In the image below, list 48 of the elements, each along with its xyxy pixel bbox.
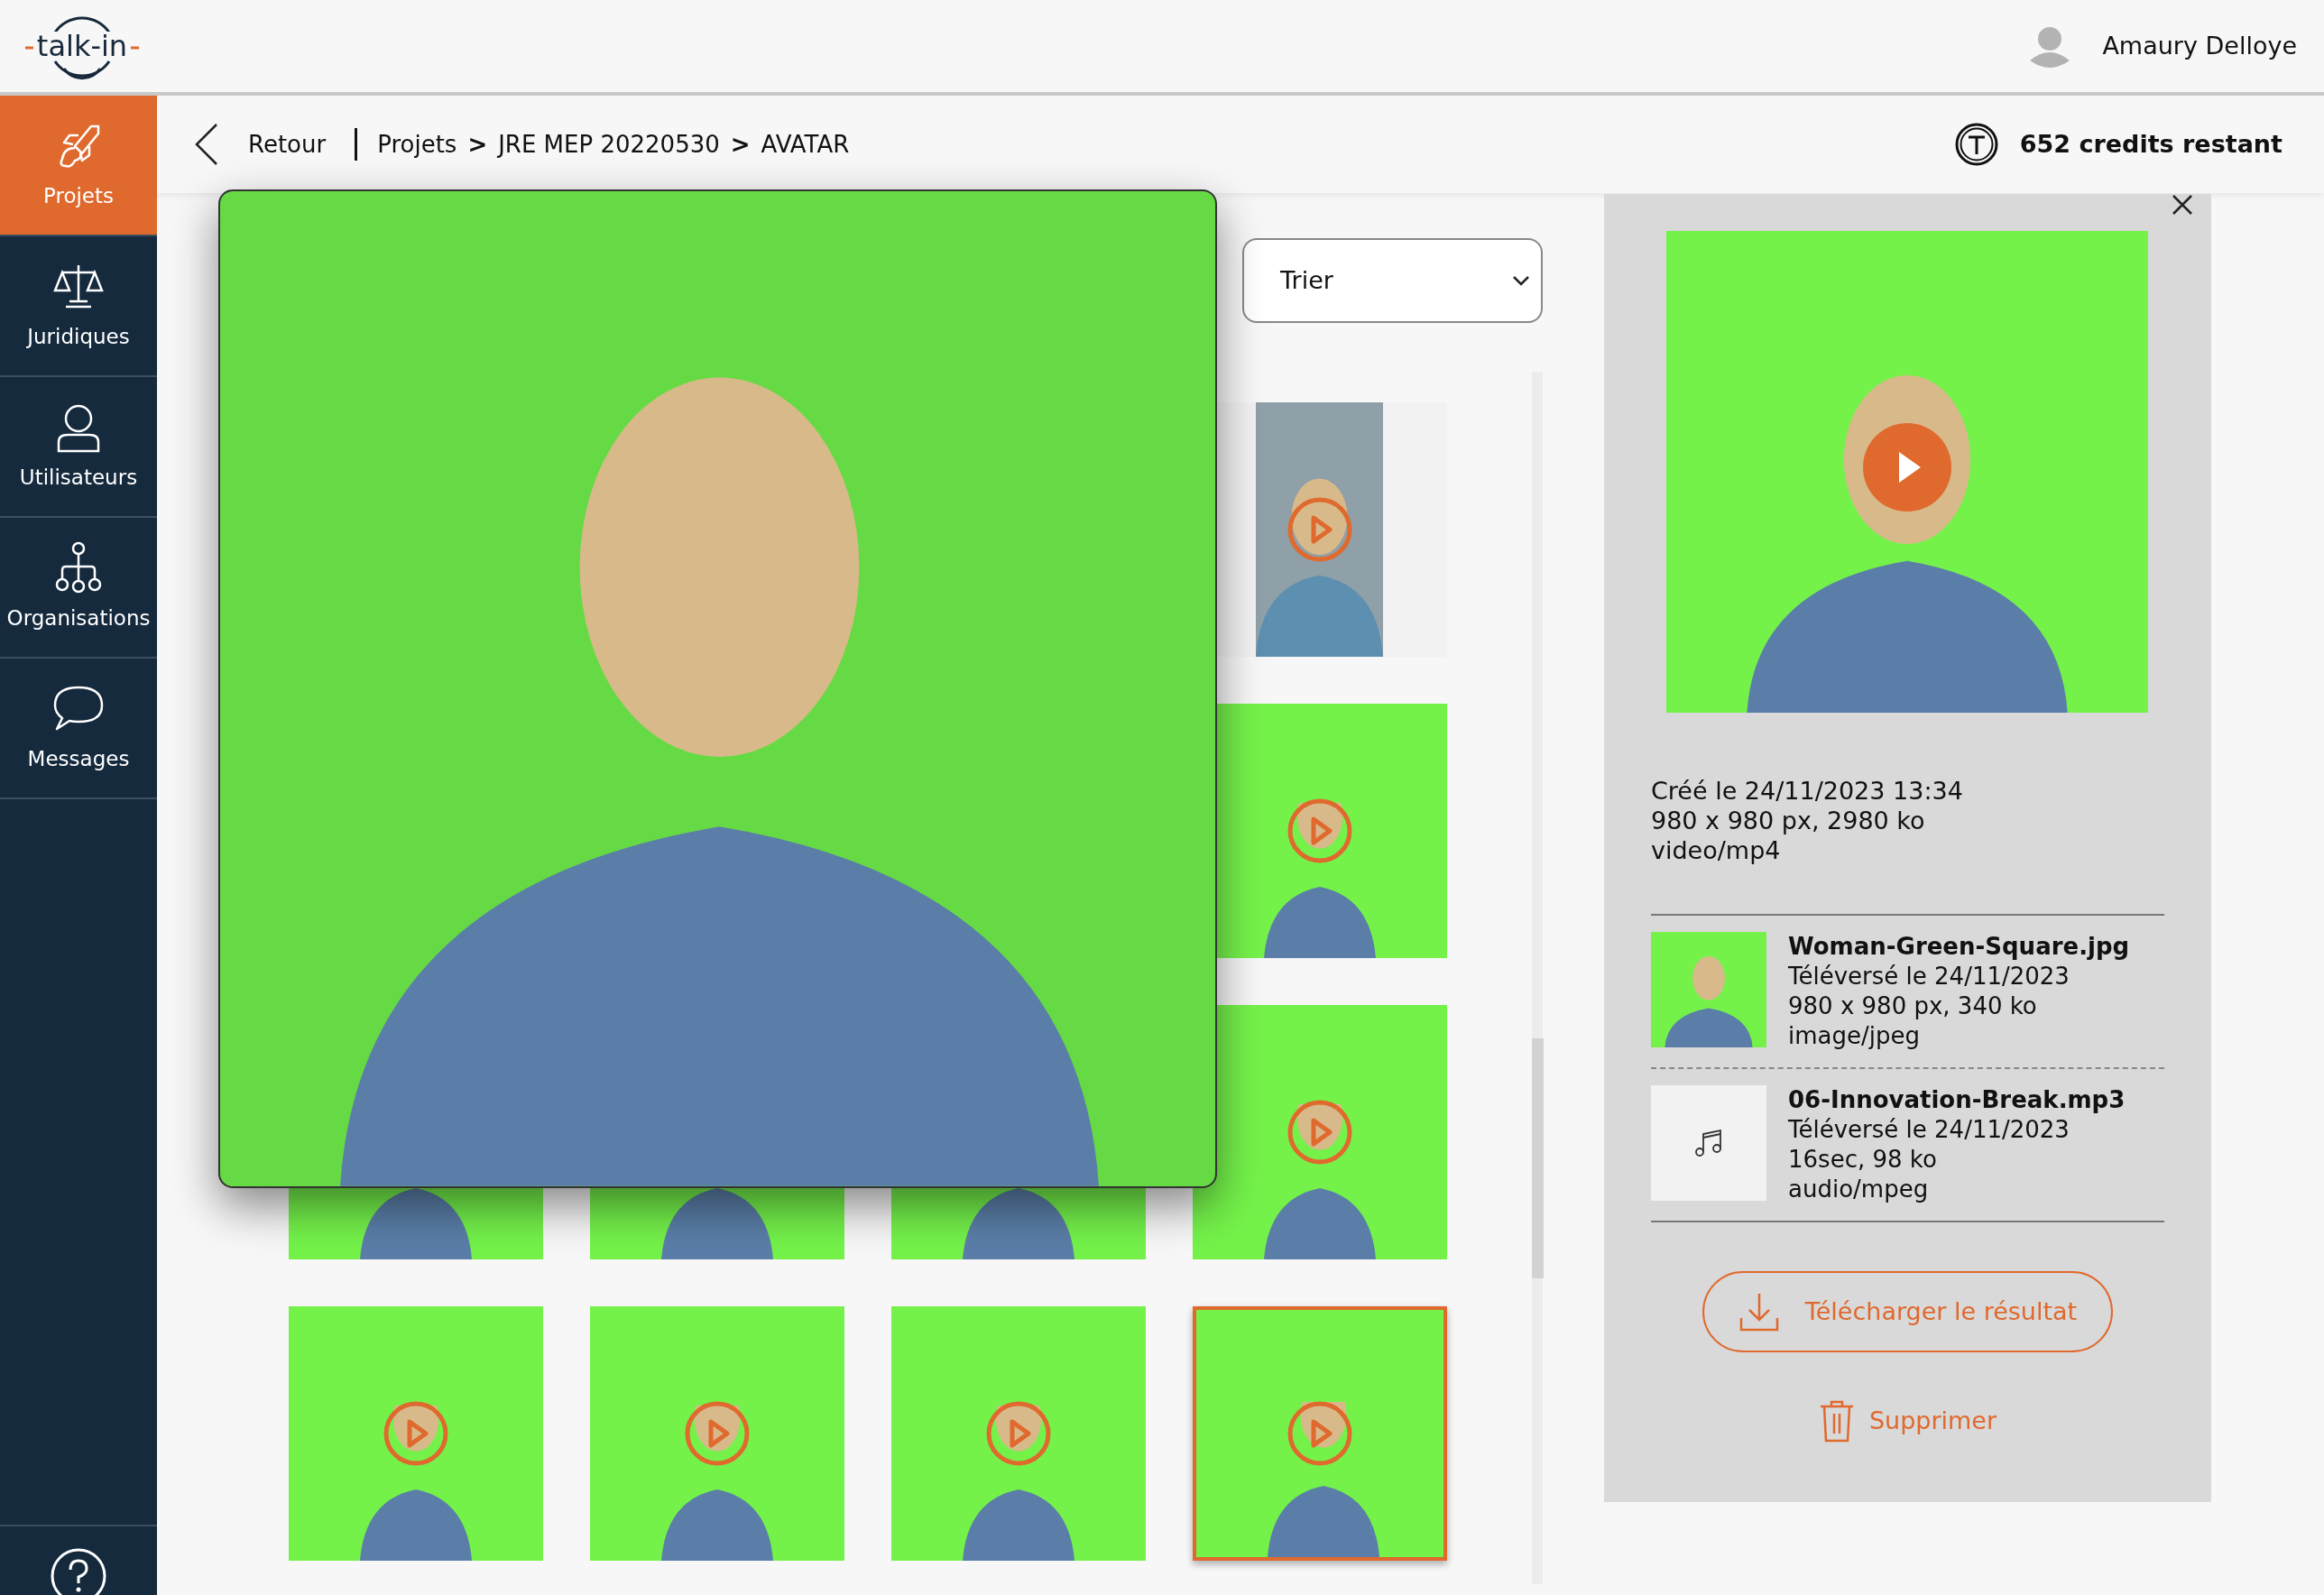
sidebar-item[interactable]: Juridiques (0, 236, 157, 377)
created-date: Créé le 24/11/2023 13:34 (1651, 776, 1964, 806)
back-link[interactable]: Retour (248, 126, 327, 162)
video-dimensions: 980 x 980 px, 2980 ko (1651, 806, 1926, 835)
trash-icon (1818, 1399, 1855, 1443)
play-circle-icon[interactable] (684, 1400, 751, 1467)
play-circle-icon[interactable] (1286, 1400, 1353, 1467)
file-name: 06-Innovation-Break.mp3 (1788, 1085, 2126, 1115)
sidebar-item[interactable]: Organisations (0, 518, 157, 659)
upload-date: Téléversé le 24/11/2023 (1788, 962, 2070, 991)
play-button-icon[interactable] (1863, 423, 1951, 512)
file-info: 16sec, 98 ko (1788, 1145, 1938, 1175)
sidebar-item[interactable]: Messages (0, 659, 157, 799)
play-circle-icon[interactable] (1286, 1099, 1353, 1166)
play-circle-icon[interactable] (383, 1400, 449, 1467)
play-circle-icon[interactable] (1286, 798, 1353, 864)
video-thumbnail[interactable] (289, 1306, 543, 1561)
breadcrumb-link[interactable]: AVATAR (761, 126, 850, 162)
breadcrumb-link[interactable]: Projets (377, 126, 457, 162)
upload-date: Téléversé le 24/11/2023 (1788, 1115, 2070, 1145)
user-name[interactable]: Amaury Delloye (2102, 27, 2297, 65)
credits-coin-icon (1954, 123, 1998, 166)
credits-remaining: 652 credits restant (2019, 128, 2282, 160)
file-name: Woman-Green-Square.jpg (1788, 932, 2130, 962)
video-thumbnail[interactable] (590, 1306, 844, 1561)
play-circle-icon[interactable] (1286, 496, 1353, 563)
back-chevron-icon[interactable] (194, 123, 219, 166)
file-info: 980 x 980 px, 340 ko (1788, 991, 2038, 1021)
video-thumbnail[interactable] (891, 1306, 1146, 1561)
chevron-down-icon (1512, 275, 1530, 286)
sort-dropdown[interactable]: Trier (1242, 238, 1543, 323)
close-icon[interactable] (2172, 194, 2193, 216)
breadcrumb-separator: > (467, 129, 488, 160)
sidebar-item[interactable]: Utilisateurs (0, 377, 157, 518)
download-icon (1738, 1291, 1780, 1332)
video-mime-type: video/mp4 (1651, 835, 1782, 865)
scrollbar-thumb[interactable] (1532, 1038, 1544, 1278)
play-circle-icon[interactable] (985, 1400, 1052, 1467)
breadcrumb-separator: > (730, 129, 751, 160)
help-icon[interactable] (51, 1548, 106, 1595)
breadcrumb-link[interactable]: JRE MEP 20220530 (498, 126, 720, 162)
scrollbar-track[interactable] (1532, 372, 1543, 1584)
video-thumbnail[interactable] (1193, 1005, 1447, 1259)
video-preview[interactable] (1666, 231, 2148, 713)
music-note-icon (1693, 1128, 1724, 1158)
file-mime-type: audio/mpeg (1788, 1175, 1930, 1204)
video-thumbnail[interactable] (1193, 1306, 1447, 1561)
file-mime-type: image/jpeg (1788, 1021, 1921, 1051)
